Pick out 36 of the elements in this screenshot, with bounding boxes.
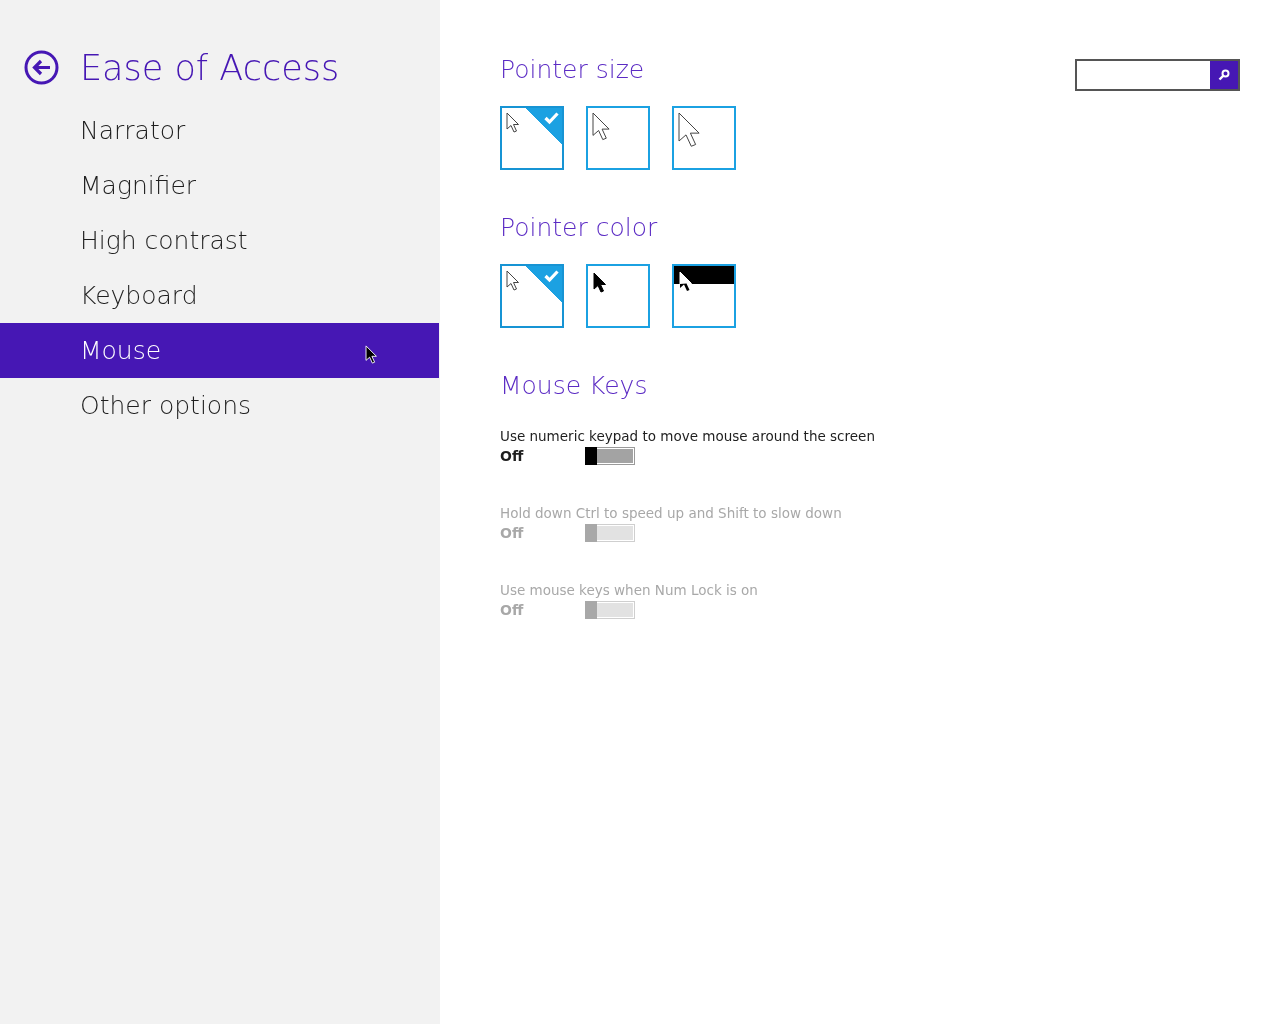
pointer-icon <box>593 113 610 140</box>
toggle-state: Off <box>500 448 525 464</box>
pointer-icon <box>507 271 519 290</box>
pointer-size-option[interactable] <box>500 106 564 170</box>
setting-label: Hold down Ctrl to speed up and Shift to slow down <box>500 504 843 523</box>
sidebar-item[interactable]: Mouse <box>0 323 439 378</box>
pointer-color-option[interactable] <box>672 264 736 328</box>
toggle-switch[interactable] <box>585 447 635 465</box>
pointer-size-option[interactable] <box>586 106 650 170</box>
pointer-icon <box>594 273 606 292</box>
pointer-icon <box>679 113 700 147</box>
sidebar-item[interactable]: Magnifier <box>0 158 439 213</box>
search-button[interactable] <box>1210 61 1238 89</box>
search-field[interactable] <box>1075 59 1240 91</box>
pointer-color-option[interactable] <box>500 264 564 328</box>
section-heading: Mouse Keys <box>500 370 649 402</box>
pointer-icon <box>507 113 519 132</box>
toggle-state: Off <box>500 525 525 541</box>
section-heading: Pointer color <box>500 212 659 244</box>
sidebar-item[interactable]: High contrast <box>0 213 439 268</box>
sidebar-item[interactable]: Narrator <box>0 103 439 158</box>
mouse-pointer-icon <box>365 345 377 364</box>
setting-label: Use numeric keypad to move mouse around the screen <box>500 427 876 446</box>
pointer-icon <box>674 266 734 291</box>
section-heading: Pointer size <box>500 54 646 86</box>
check-icon <box>544 270 559 282</box>
search-icon <box>1218 69 1230 81</box>
pointer-size-option[interactable] <box>672 106 736 170</box>
toggle-state: Off <box>500 602 525 618</box>
setting-label: Use mouse keys when Num Lock is on <box>500 581 759 600</box>
page-title: Ease of Access <box>80 47 340 88</box>
pointer-color-option[interactable] <box>586 264 650 328</box>
back-icon[interactable] <box>24 50 59 85</box>
sidebar-item[interactable]: Keyboard <box>0 268 439 323</box>
sidebar-item[interactable]: Other options <box>0 378 439 433</box>
check-icon <box>544 112 559 124</box>
